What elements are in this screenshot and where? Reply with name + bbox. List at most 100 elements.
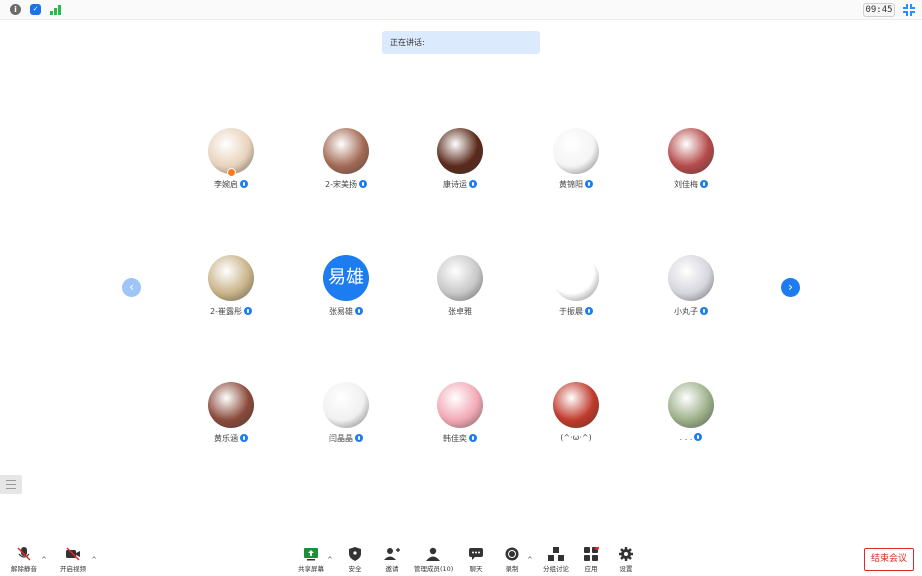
microphone-status-icon: [240, 434, 248, 442]
participant-name: 李婉启: [214, 180, 238, 189]
chat-icon: [468, 546, 484, 560]
record-button[interactable]: 录制: [501, 546, 523, 576]
participant-tile[interactable]: 于振晨: [521, 255, 631, 335]
participant-tile[interactable]: 刘佳梅: [636, 128, 746, 208]
microphone-status-icon: [358, 180, 367, 188]
participant-name: 黄乐涵: [214, 434, 238, 443]
participant-name: 张易雄: [329, 307, 353, 316]
avatar: [323, 382, 369, 428]
participant-name-row: 黄锦阳: [521, 179, 631, 190]
microphone-status-icon: [700, 180, 708, 188]
participant-name: 2-宋美扬: [325, 180, 357, 189]
participant-tile[interactable]: 黄乐涵: [176, 382, 286, 462]
participant-tile[interactable]: 李婉启: [176, 128, 286, 208]
participant-tile[interactable]: 闫晶晶: [291, 382, 401, 462]
shield-icon: [347, 546, 363, 561]
participant-name-row: 康诗运: [405, 179, 515, 190]
microphone-status-icon: [585, 180, 593, 188]
avatar: [553, 128, 599, 174]
list-toggle-icon[interactable]: [0, 475, 22, 494]
video-off-icon: [65, 546, 81, 561]
avatar: [208, 382, 254, 428]
participant-tile[interactable]: (^·ω·^): [521, 382, 631, 462]
participant-tile[interactable]: . . .: [636, 382, 746, 462]
microphone-status-icon: [243, 307, 252, 315]
gear-icon: [618, 546, 634, 561]
participant-name: . . .: [679, 433, 693, 442]
fullscreen-icon[interactable]: [903, 4, 915, 16]
participant-name-row: 李婉启: [176, 179, 286, 190]
share-screen-label: 共享屏幕: [298, 565, 324, 573]
microphone-status-icon: [700, 307, 708, 315]
meeting-toolbar: 解除静音 ^ 开启视频 ^ 共享屏幕 ^ 安全 邀请 管理成员(10) 聊天 录…: [0, 540, 922, 576]
speaking-indicator: 正在讲话:: [382, 31, 540, 54]
participant-tile[interactable]: 康诗运: [405, 128, 515, 208]
participant-name-row: 刘佳梅: [636, 179, 746, 190]
participant-name: 张卓雅: [448, 307, 472, 316]
chat-label: 聊天: [469, 565, 483, 573]
participant-name: 于振晨: [559, 307, 583, 316]
participant-tile[interactable]: 2-崔露彤: [176, 255, 286, 335]
avatar: [553, 255, 599, 301]
apps-grid-icon: [583, 546, 599, 561]
participants-icon: [425, 546, 441, 561]
participant-name: 小丸子: [674, 307, 698, 316]
participant-tile[interactable]: 韩佳奕: [405, 382, 515, 462]
settings-button[interactable]: 设置: [615, 546, 637, 576]
participant-name-row: 韩佳奕: [405, 433, 515, 444]
video-button[interactable]: 开启视频: [56, 546, 90, 576]
microphone-status-icon: [469, 434, 477, 442]
chevron-right-icon[interactable]: ›: [781, 278, 800, 297]
security-button[interactable]: 安全: [344, 546, 366, 576]
participants-button[interactable]: 管理成员(10): [414, 546, 453, 576]
microphone-status-icon: [355, 307, 363, 315]
microphone-status-icon: [469, 180, 477, 188]
participant-name-row: . . .: [636, 433, 746, 442]
invite-label: 邀请: [385, 565, 399, 573]
avatar: [437, 128, 483, 174]
settings-label: 设置: [619, 565, 633, 573]
participant-name-row: (^·ω·^): [521, 433, 631, 442]
participant-tile[interactable]: 黄锦阳: [521, 128, 631, 208]
apps-button[interactable]: 应用: [580, 546, 602, 576]
microphone-status-icon: [240, 180, 248, 188]
participant-name-row: 于振晨: [521, 306, 631, 317]
record-label: 录制: [505, 565, 519, 573]
mute-button[interactable]: 解除静音: [8, 546, 40, 576]
participant-name-row: 张易雄: [291, 306, 401, 317]
participant-name-row: 2-宋美扬: [291, 179, 401, 190]
participant-name: 韩佳奕: [443, 434, 467, 443]
share-screen-button[interactable]: 共享屏幕: [296, 546, 326, 576]
add-person-icon: [384, 546, 400, 560]
participant-tile[interactable]: 小丸子: [636, 255, 746, 335]
mute-options-caret-icon[interactable]: ^: [41, 556, 47, 564]
participant-name-row: 闫晶晶: [291, 433, 401, 444]
participant-tile[interactable]: 张卓雅: [405, 255, 515, 335]
security-label: 安全: [348, 565, 362, 573]
shield-icon[interactable]: ✓: [30, 4, 41, 15]
avatar: [323, 128, 369, 174]
chat-button[interactable]: 聊天: [465, 546, 487, 576]
video-label: 开启视频: [60, 565, 86, 573]
video-options-caret-icon[interactable]: ^: [91, 556, 97, 564]
chevron-left-icon[interactable]: ‹: [122, 278, 141, 297]
record-options-caret-icon[interactable]: ^: [527, 556, 533, 564]
share-options-caret-icon[interactable]: ^: [327, 556, 333, 564]
signal-icon[interactable]: [50, 4, 62, 15]
record-icon: [504, 546, 520, 561]
share-screen-icon: [303, 546, 319, 561]
end-meeting-button[interactable]: 结束会议: [864, 548, 914, 571]
breakout-label: 分组讨论: [543, 565, 569, 573]
participant-name-row: 小丸子: [636, 306, 746, 317]
participant-name: 黄锦阳: [559, 180, 583, 189]
top-status-bar: i ✓ 09:45: [0, 0, 922, 20]
microphone-muted-icon: [16, 546, 32, 561]
participant-tile[interactable]: 易雄 张易雄: [291, 255, 401, 335]
info-icon[interactable]: i: [10, 4, 21, 15]
invite-button[interactable]: 邀请: [381, 546, 403, 576]
breakout-button[interactable]: 分组讨论: [540, 546, 572, 576]
participant-tile[interactable]: 2-宋美扬: [291, 128, 401, 208]
avatar: [437, 382, 483, 428]
host-badge-icon: [227, 168, 236, 177]
breakout-rooms-icon: [548, 546, 564, 561]
